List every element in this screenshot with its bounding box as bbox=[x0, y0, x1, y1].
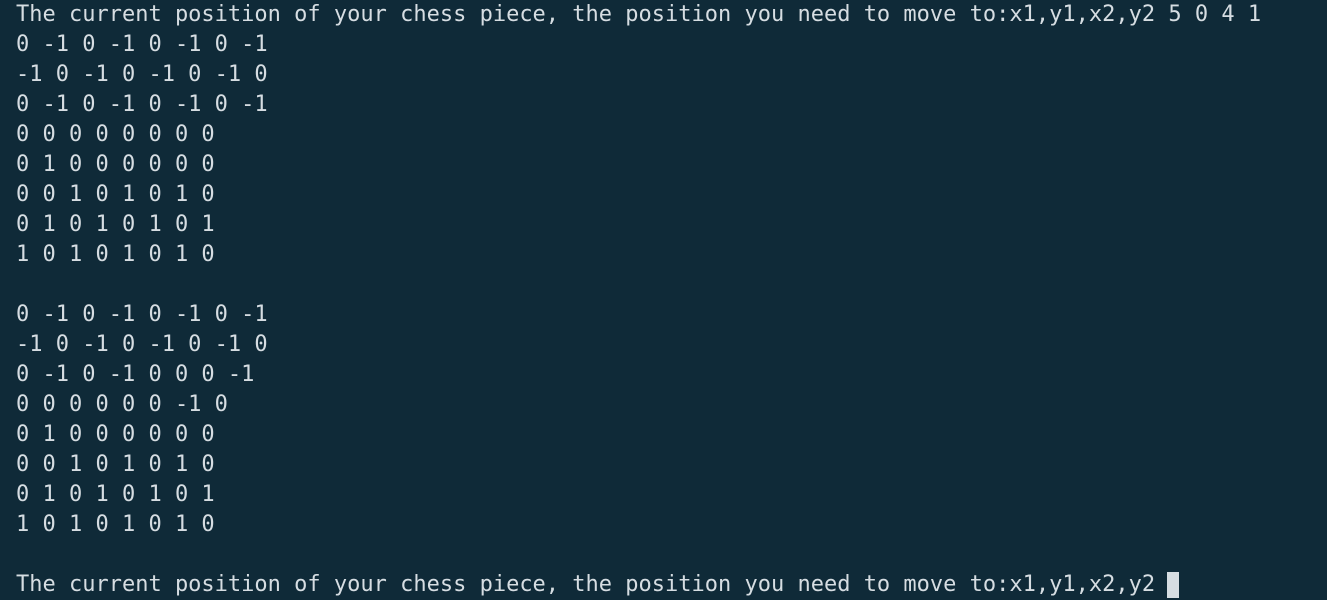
board-before-row: 0 0 0 0 0 0 0 0 bbox=[16, 122, 215, 147]
board-after-row: 0 0 1 0 1 0 1 0 bbox=[16, 452, 215, 477]
board-after-row: -1 0 -1 0 -1 0 -1 0 bbox=[16, 332, 268, 357]
prompt-line-2[interactable]: The current position of your chess piece… bbox=[16, 570, 1327, 600]
board-after-row: 0 1 0 1 0 1 0 1 bbox=[16, 482, 215, 507]
board-after-row: 0 -1 0 -1 0 -1 0 -1 bbox=[16, 302, 268, 327]
user-input: 5 0 4 1 bbox=[1168, 2, 1262, 27]
board-before-row: 0 1 0 1 0 1 0 1 bbox=[16, 212, 215, 237]
text-cursor[interactable] bbox=[1167, 572, 1180, 598]
prompt-text: The current position of your chess piece… bbox=[16, 2, 1156, 27]
board-after-row: 1 0 1 0 1 0 1 0 bbox=[16, 512, 215, 537]
board-before-row: 0 0 1 0 1 0 1 0 bbox=[16, 182, 215, 207]
board-before-row: 0 -1 0 -1 0 -1 0 -1 bbox=[16, 32, 268, 57]
board-after-row: 0 -1 0 -1 0 0 0 -1 bbox=[16, 362, 255, 387]
prompt-text: The current position of your chess piece… bbox=[16, 572, 1156, 597]
board-before-row: 1 0 1 0 1 0 1 0 bbox=[16, 242, 215, 267]
board-before-row: 0 -1 0 -1 0 -1 0 -1 bbox=[16, 92, 268, 117]
board-after-row: 0 0 0 0 0 0 -1 0 bbox=[16, 392, 228, 417]
board-before-row: 0 1 0 0 0 0 0 0 bbox=[16, 152, 215, 177]
terminal-window[interactable]: The current position of your chess piece… bbox=[0, 0, 1327, 598]
board-before-row: -1 0 -1 0 -1 0 -1 0 bbox=[16, 62, 268, 87]
board-after-row: 0 1 0 0 0 0 0 0 bbox=[16, 422, 215, 447]
prompt-line-1: The current position of your chess piece… bbox=[16, 0, 1327, 30]
